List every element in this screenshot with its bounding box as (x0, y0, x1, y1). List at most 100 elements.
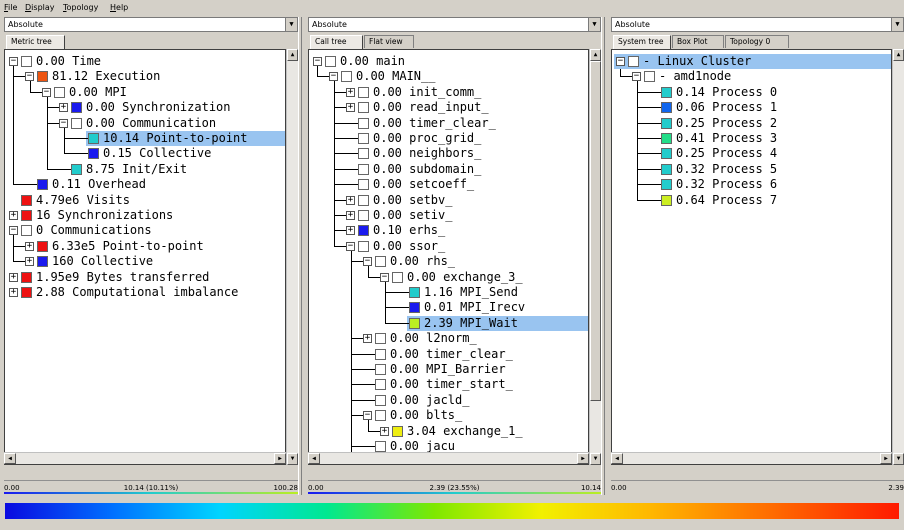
tree-row[interactable]: +0.10 erhs_ (309, 223, 588, 238)
tree-row[interactable]: +0.00 init_comm_ (309, 85, 588, 100)
tree-row[interactable]: 0.00 subdomain_ (309, 162, 588, 177)
scroll-left-button[interactable]: ◀ (308, 453, 320, 464)
tree-view[interactable]: − - Linux Cluster − - amd1node 0.14 Process … (611, 49, 892, 465)
collapse-icon[interactable]: − (632, 72, 641, 82)
tree-row[interactable]: 0.25 Process 4 (612, 146, 891, 161)
horizontal-scrollbar[interactable]: ◀ ▶ (611, 452, 892, 464)
tree-row[interactable]: − 0.00 Communication (5, 116, 285, 131)
scroll-right-button[interactable]: ▶ (577, 453, 589, 464)
menu-display[interactable]: Display (25, 3, 55, 12)
tree-row[interactable]: 0.00 timer_clear_ (309, 116, 588, 131)
scroll-up-button[interactable]: ▲ (893, 49, 904, 61)
tree-row[interactable]: − 0.00 blts_ (309, 408, 588, 423)
tree-row[interactable]: 0.32 Process 5 (612, 162, 891, 177)
tree-view[interactable]: −0.00 main −0.00 MAIN__ +0.00 init_comm_ +0… (308, 49, 589, 465)
tree-row[interactable]: − 81.12 Execution (5, 69, 285, 84)
tree-row[interactable]: +0.00 l2norm_ (309, 331, 588, 346)
collapse-icon[interactable]: − (329, 72, 338, 82)
tree-row[interactable]: 0.00 timer_clear_ (309, 347, 588, 362)
tree-row[interactable]: 4.79e6 Visits (5, 193, 285, 208)
tree-row[interactable]: − 0 Communications (5, 223, 285, 238)
tree-row[interactable]: 0.25 Process 2 (612, 116, 891, 131)
tree-row[interactable]: +3.04 exchange_1_ (309, 424, 588, 439)
expand-icon[interactable]: + (380, 426, 389, 436)
tree-row[interactable]: 1.16 MPI_Send (309, 285, 588, 300)
pane-splitter[interactable] (298, 17, 302, 495)
tab-call-tree[interactable]: Call tree (310, 35, 363, 49)
collapse-icon[interactable]: − (313, 57, 322, 66)
collapse-icon[interactable]: − (363, 257, 372, 267)
tree-row[interactable]: 8.75 Init/Exit (5, 162, 285, 177)
expand-icon[interactable]: + (346, 195, 355, 205)
tab-box-plot[interactable]: Box Plot (672, 35, 724, 48)
expand-icon[interactable]: + (9, 272, 18, 282)
collapse-icon[interactable]: − (346, 241, 355, 251)
expand-icon[interactable]: + (363, 334, 372, 344)
tree-row[interactable]: 2.39 MPI_Wait (309, 315, 588, 331)
expand-icon[interactable]: + (25, 257, 34, 267)
collapse-icon[interactable]: − (9, 226, 18, 236)
tree-row[interactable]: +0.00 Synchronization (5, 100, 285, 115)
scroll-right-button[interactable]: ▶ (274, 453, 286, 464)
value-mode-select[interactable]: Absolute ▼ (308, 17, 601, 32)
tree-view[interactable]: −0.00 Time −81.12 Execution −0.00 MPI +0.00… (4, 49, 286, 465)
expand-icon[interactable]: + (346, 87, 355, 97)
menu-help[interactable]: Help (110, 3, 128, 12)
vertical-scrollbar[interactable]: ▲ ▼ (892, 49, 904, 465)
expand-icon[interactable]: + (346, 211, 355, 220)
collapse-icon[interactable]: − (42, 87, 51, 97)
expand-icon[interactable]: + (9, 211, 18, 220)
tab-system-tree[interactable]: System tree (613, 35, 671, 49)
tree-row[interactable]: +2.88 Computational imbalance (5, 285, 285, 300)
tree-row[interactable]: 0.00 jacld_ (309, 393, 588, 408)
collapse-icon[interactable]: − (363, 411, 372, 421)
scroll-up-button[interactable]: ▲ (590, 49, 601, 61)
expand-icon[interactable]: + (9, 288, 18, 297)
tree-row[interactable]: − 0.00 exchange_3_ (309, 270, 588, 285)
expand-icon[interactable]: + (59, 103, 68, 113)
tree-row[interactable]: 0.14 Process 0 (612, 85, 891, 100)
tab-metric-tree[interactable]: Metric tree (6, 35, 65, 49)
tree-row[interactable]: +6.33e5 Point-to-point (5, 239, 285, 254)
tree-row[interactable]: − 0.00 rhs_ (309, 254, 588, 269)
tree-row[interactable]: 0.00 neighbors_ (309, 146, 588, 161)
tree-row[interactable]: − 0.00 MAIN__ (309, 69, 588, 84)
menu-file[interactable]: File (4, 3, 17, 12)
tree-row[interactable]: − 0.00 main (309, 54, 588, 69)
chevron-down-icon[interactable]: ▼ (891, 18, 903, 31)
collapse-icon[interactable]: − (9, 57, 18, 66)
scroll-down-button[interactable]: ▼ (590, 453, 601, 465)
tree-row[interactable]: 0.06 Process 1 (612, 100, 891, 115)
menu-topology[interactable]: Topology (63, 3, 98, 12)
tree-row[interactable]: − - amd1node (612, 69, 891, 84)
tree-row[interactable]: 0.00 proc_grid_ (309, 131, 588, 146)
vertical-scrollbar[interactable]: ▲ ▼ (286, 49, 298, 465)
scroll-left-button[interactable]: ◀ (4, 453, 16, 464)
tree-row[interactable]: 10.14 Point-to-point (5, 131, 285, 146)
pane-splitter[interactable] (601, 17, 605, 495)
tree-row[interactable]: +0.00 setiv_ (309, 208, 588, 223)
vertical-scrollbar[interactable]: ▲ ▼ (589, 49, 601, 465)
tree-row[interactable]: 0.15 Collective (5, 146, 285, 161)
tree-row[interactable]: +160 Collective (5, 254, 285, 269)
collapse-icon[interactable]: − (380, 272, 389, 282)
scroll-right-button[interactable]: ▶ (880, 453, 892, 464)
value-mode-select[interactable]: Absolute ▼ (4, 17, 298, 32)
tree-row[interactable]: 0.64 Process 7 (612, 193, 891, 208)
collapse-icon[interactable]: − (25, 72, 34, 82)
collapse-icon[interactable]: − (616, 57, 625, 66)
tree-row[interactable]: 0.41 Process 3 (612, 131, 891, 146)
horizontal-scrollbar[interactable]: ◀ ▶ (308, 452, 589, 464)
tab-topology-0[interactable]: Topology 0 (725, 35, 789, 48)
scroll-down-button[interactable]: ▼ (287, 453, 298, 465)
tree-row[interactable]: − - Linux Cluster (612, 54, 891, 69)
tree-row[interactable]: +0.00 setbv_ (309, 193, 588, 208)
chevron-down-icon[interactable]: ▼ (588, 18, 600, 31)
tree-row[interactable]: 0.11 Overhead (5, 177, 285, 192)
tree-row[interactable]: − 0.00 Time (5, 54, 285, 69)
horizontal-scrollbar[interactable]: ◀ ▶ (4, 452, 286, 464)
value-mode-select[interactable]: Absolute ▼ (611, 17, 904, 32)
scroll-thumb[interactable] (590, 61, 601, 401)
tree-row[interactable]: 0.00 setcoeff_ (309, 177, 588, 192)
collapse-icon[interactable]: − (59, 118, 68, 128)
